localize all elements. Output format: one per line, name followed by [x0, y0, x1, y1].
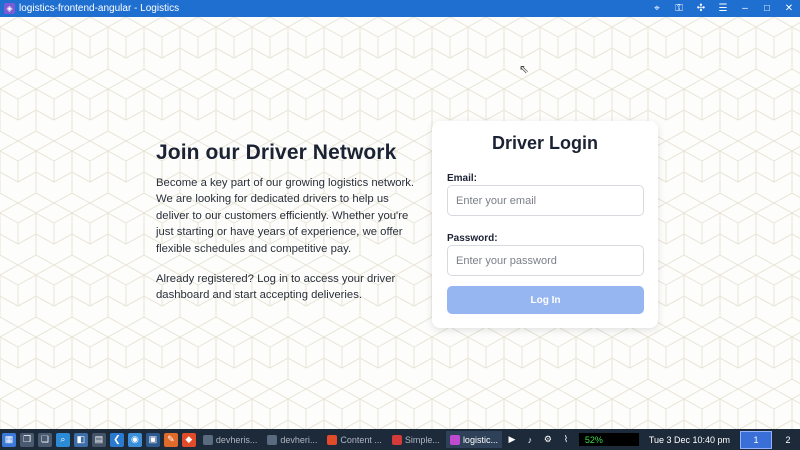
clock: Tue 3 Dec 10:40 pm [648, 434, 731, 445]
vscode-icon[interactable]: ❮ [109, 432, 124, 447]
email-field[interactable] [447, 185, 644, 216]
login-card: Driver Login Email: Password: Log In [432, 121, 658, 328]
password-field[interactable] [447, 245, 644, 276]
terminal-icon[interactable]: ▣ [145, 432, 160, 447]
menu-icon[interactable]: ☰ [712, 0, 734, 17]
login-button[interactable]: Log In [447, 286, 644, 314]
search-icon[interactable]: ⌕ [55, 432, 70, 447]
minimize-icon[interactable]: – [734, 0, 756, 17]
page-title: Join our Driver Network [156, 141, 397, 164]
app-menu-icon[interactable]: ▦ [2, 432, 16, 447]
task-item[interactable]: devheri... [263, 431, 321, 448]
extensions-icon[interactable]: ✣ [690, 0, 712, 17]
task-item[interactable]: devheris... [199, 431, 262, 448]
task-item-active[interactable]: logistic... [445, 431, 502, 448]
driver-info-section: Join our Driver Network Become a key par… [156, 141, 421, 304]
workspace-1[interactable]: 1 [740, 430, 773, 449]
mouse-cursor-icon: ⇖ [519, 62, 530, 76]
cpu-meter: 52% [578, 433, 639, 446]
maximize-icon[interactable]: □ [756, 0, 778, 17]
intro-paragraph: Become a key part of our growing logisti… [156, 177, 415, 255]
window-switch-icon[interactable]: ◧ [73, 432, 88, 447]
password-label: Password: [447, 233, 498, 244]
location-icon[interactable]: ⌖ [646, 0, 668, 17]
login-title: Driver Login [491, 133, 598, 153]
workspace-2[interactable]: 2 [776, 435, 800, 445]
page-content: Join our Driver Network Become a key par… [0, 17, 800, 429]
attachment-icon[interactable]: ⌇ [559, 433, 573, 447]
taskbar: ▦ ❐ ❏ ⌕ ◧ ▤ ❮ ◉ ▣ ✎ ◆ devheris... devher… [0, 429, 800, 450]
network-icon[interactable]: ◉ [127, 432, 142, 447]
volume-icon[interactable]: ♪ [523, 433, 537, 447]
email-label: Email: [447, 173, 478, 184]
login-prompt-paragraph: Already registered? Log in to access you… [156, 273, 396, 302]
files-icon[interactable]: ❏ [37, 432, 52, 447]
pen-icon[interactable]: ✎ [163, 432, 178, 447]
brave-icon[interactable]: ◆ [181, 432, 196, 447]
windows-icon[interactable]: ❐ [19, 432, 34, 447]
task-item[interactable]: Simple... [388, 431, 444, 448]
grid-icon[interactable]: ▤ [91, 432, 106, 447]
task-item[interactable]: Content ... [323, 431, 386, 448]
app-icon: ◈ [4, 3, 15, 14]
settings-icon[interactable]: ⚙ [541, 433, 555, 447]
key-icon[interactable]: ⚿ [668, 0, 690, 17]
window-title: logistics-frontend-angular - Logistics [19, 3, 180, 14]
close-icon[interactable]: ✕ [778, 0, 800, 17]
window-titlebar: ◈ logistics-frontend-angular - Logistics… [0, 0, 800, 17]
camera-icon[interactable]: ▶ [505, 433, 519, 447]
